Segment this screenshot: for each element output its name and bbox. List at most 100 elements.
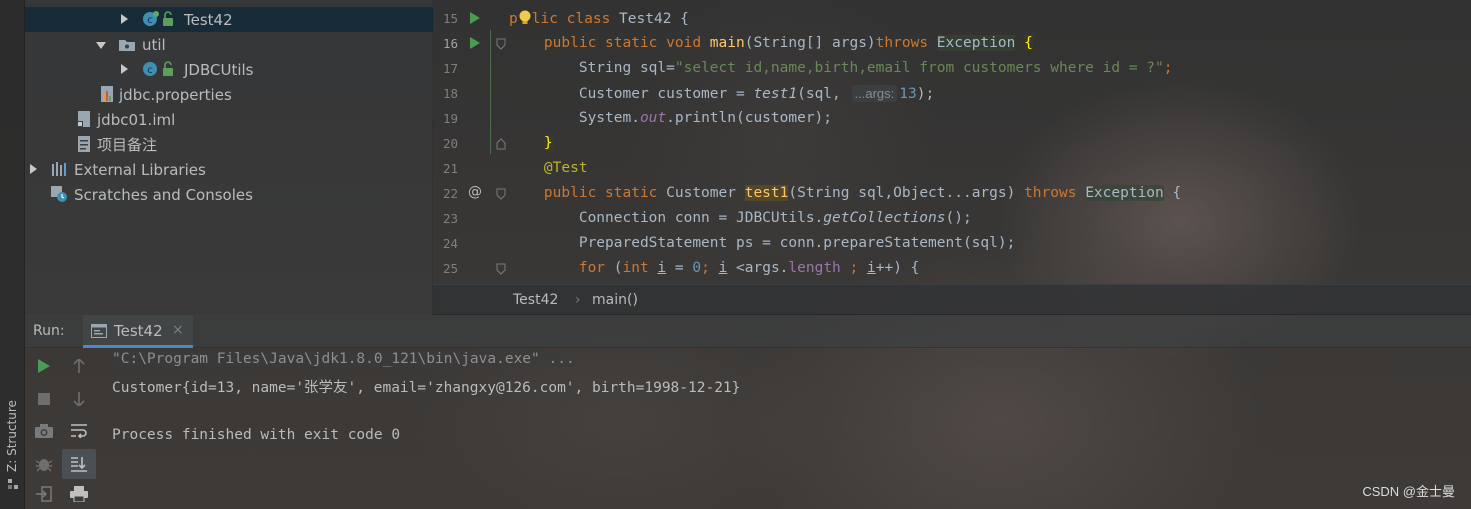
close-tab-icon[interactable]: ×: [172, 322, 184, 338]
vcs-change-marker: [490, 30, 491, 154]
stop-button[interactable]: [27, 384, 61, 414]
run-gutter-icon[interactable]: [469, 37, 480, 49]
tree-item-external-libraries[interactable]: External Libraries: [25, 157, 433, 182]
code-line-15[interactable]: p lic class Test42 {: [509, 10, 689, 27]
code-token: Customer customer =: [578, 86, 754, 102]
code-token: throws: [875, 35, 937, 51]
java-class-icon: c: [143, 62, 157, 76]
lock-icon: [163, 61, 173, 76]
code-token: (: [613, 260, 623, 276]
code-token: Exception: [1085, 185, 1164, 201]
code-editor[interactable]: 15 16 17 18 19 20 21 22 23 24 25 @ p lic …: [433, 0, 1471, 284]
console-output[interactable]: "C:\Program Files\Java\jdk1.8.0_121\bin\…: [96, 348, 1471, 509]
project-tree: c Test42 util c JDBCUtils jdbc.propertie…: [25, 0, 433, 318]
console-line: Customer{id=13, name='张学友', email='zhang…: [112, 380, 741, 396]
collapse-arrow-icon[interactable]: [96, 40, 106, 50]
libraries-icon: [52, 162, 66, 176]
run-tab-test42[interactable]: Test42 ×: [83, 315, 193, 348]
console-line: Process finished with exit code 0: [112, 427, 401, 443]
line-number: 23: [442, 211, 458, 226]
rerun-button[interactable]: [27, 351, 61, 381]
line-number: 22: [442, 186, 458, 201]
tree-item-label: jdbc.properties: [119, 85, 232, 104]
tree-item-label: Scratches and Consoles: [74, 185, 253, 204]
expand-arrow-icon[interactable]: [28, 164, 38, 174]
tree-item-scratches[interactable]: Scratches and Consoles: [25, 182, 433, 207]
structure-tool-button[interactable]: Z: Structure: [5, 400, 19, 472]
code-token: i: [657, 260, 667, 276]
lock-icon: [163, 11, 173, 26]
scroll-up-button[interactable]: [62, 351, 96, 381]
matched-brace: }: [543, 135, 553, 151]
fold-icon[interactable]: [496, 38, 506, 50]
code-line-23[interactable]: Connection conn = JDBCUtils.getCollectio…: [509, 210, 972, 226]
code-line-24[interactable]: PreparedStatement ps = conn.prepareState…: [509, 235, 1016, 251]
line-number: 20: [442, 136, 458, 151]
editor-gutter[interactable]: 15 16 17 18 19 20 21 22 23 24 25 @: [433, 0, 506, 284]
code-token: (sql,: [797, 86, 850, 102]
code-token: public static void: [543, 35, 710, 51]
soft-wrap-button[interactable]: [62, 416, 96, 446]
run-tool-window-header: Run: Test42 ×: [25, 315, 1471, 348]
tree-item-jdbc01-iml[interactable]: jdbc01.iml: [25, 107, 433, 132]
code-line-20[interactable]: }: [509, 135, 553, 151]
expand-arrow-icon[interactable]: [119, 14, 129, 24]
restore-layout-button[interactable]: [27, 479, 61, 509]
svg-text:c: c: [147, 15, 153, 26]
console-tab-icon: [91, 324, 107, 338]
tree-item-jdbc-properties[interactable]: jdbc.properties: [25, 82, 433, 107]
fold-icon[interactable]: [496, 263, 506, 275]
tree-item-jdbcutils[interactable]: c JDBCUtils: [25, 57, 433, 82]
left-tool-strip: Z: Structure: [0, 0, 25, 509]
run-gutter-icon[interactable]: [469, 12, 480, 24]
code-token: int: [622, 260, 658, 276]
code-token: i: [867, 260, 876, 276]
line-number: 17: [442, 61, 458, 76]
code-token: System.: [578, 110, 640, 126]
run-toolbar-secondary: [62, 348, 96, 509]
tree-item-notes[interactable]: 项目备注: [25, 132, 433, 157]
code-line-19[interactable]: System.out.println(customer);: [509, 110, 832, 126]
tree-item-test42[interactable]: c Test42: [25, 7, 433, 32]
code-line-22[interactable]: public static Customer test1(String sql,…: [509, 185, 1181, 201]
console-command-line[interactable]: "C:\Program Files\Java\jdk1.8.0_121\bin\…: [112, 351, 575, 367]
iml-file-icon: [77, 111, 90, 127]
override-annotation-icon[interactable]: @: [468, 184, 482, 200]
fold-icon[interactable]: [496, 138, 506, 150]
code-line-25[interactable]: for (int i = 0; i <args.length ; i++) {: [509, 260, 920, 276]
dump-threads-button[interactable]: [27, 416, 61, 446]
text-file-icon: [78, 136, 90, 152]
breadcrumb-method[interactable]: main(): [592, 292, 638, 308]
code-token: i: [718, 260, 728, 276]
breadcrumb-class[interactable]: Test42: [513, 292, 558, 308]
login-icon: [36, 486, 52, 502]
expand-arrow-icon[interactable]: [119, 64, 129, 74]
tree-item-label: Test42: [184, 10, 233, 29]
code-token: public static: [543, 185, 667, 201]
tree-item-util[interactable]: util: [25, 32, 433, 57]
code-token: Connection conn = JDBCUtils.: [578, 210, 824, 226]
lightbulb-icon[interactable]: [518, 10, 532, 26]
watermark: CSDN @金士曼: [1362, 484, 1455, 499]
code-token: getCollections: [823, 210, 946, 226]
line-number: 19: [442, 111, 458, 126]
fold-icon[interactable]: [496, 188, 506, 200]
run-label: Run:: [33, 323, 65, 339]
code-line-16[interactable]: public static void main(String[] args)th…: [509, 35, 1033, 51]
code-token: ();: [945, 210, 972, 226]
breadcrumb: Test42 › main(): [433, 284, 1471, 315]
code-token: Test42 {: [619, 11, 689, 27]
code-token: ;: [840, 260, 867, 276]
code-line-17[interactable]: String sql="select id,name,birth,email f…: [509, 60, 1173, 76]
print-button[interactable]: [62, 479, 96, 509]
tree-item-label: util: [142, 35, 166, 54]
code-line-21[interactable]: @Test: [509, 160, 588, 176]
scroll-to-end-button[interactable]: [62, 449, 96, 479]
tree-item-label: jdbc01.iml: [97, 110, 176, 129]
scroll-down-button[interactable]: [62, 384, 96, 414]
code-line-18[interactable]: Customer customer = test1(sql, ...args: 1…: [509, 85, 934, 102]
debug-button[interactable]: [27, 449, 61, 479]
play-icon: [38, 359, 50, 373]
structure-icon[interactable]: [7, 478, 19, 490]
code-token: 0: [692, 260, 702, 276]
